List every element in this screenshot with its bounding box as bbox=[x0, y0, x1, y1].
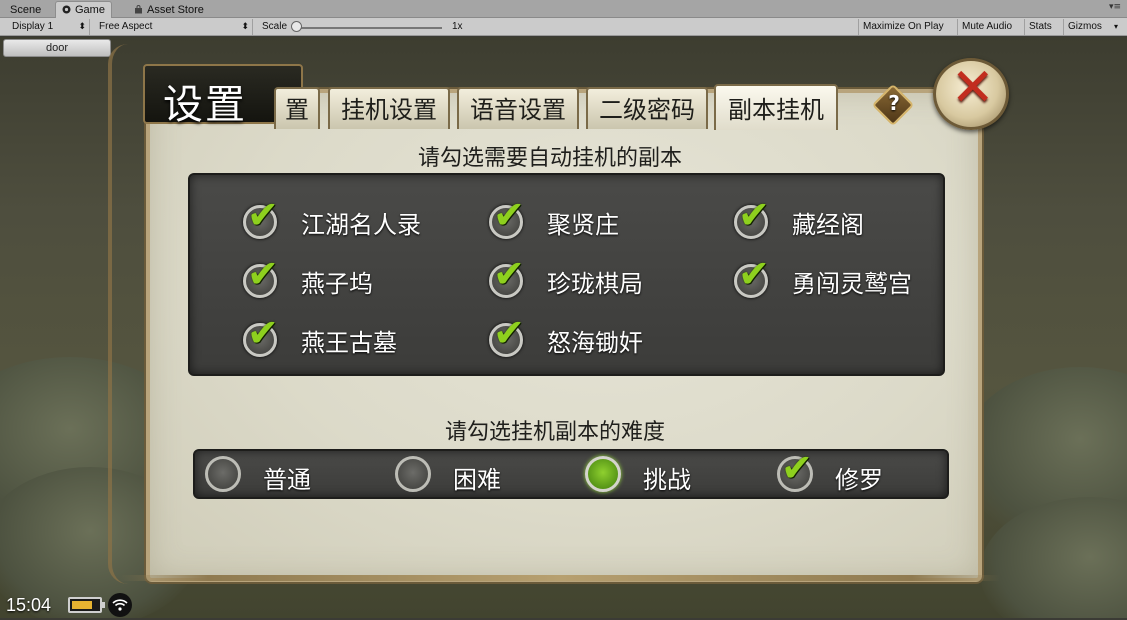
panel-menu-icon[interactable]: ▾≡ bbox=[1109, 2, 1121, 12]
help-question-mark: ? bbox=[888, 91, 900, 115]
scale-slider-handle[interactable] bbox=[291, 21, 302, 32]
dungeon-checkbox[interactable]: ✔ 珍珑棋局 bbox=[489, 252, 689, 300]
difficulty-heading: 请勾选挂机副本的难度 bbox=[444, 420, 665, 445]
difficulty-label: 修罗 bbox=[835, 466, 883, 494]
clock-time: 15:04 bbox=[6, 595, 52, 615]
tab-idle-settings[interactable]: 挂机设置 bbox=[328, 87, 450, 129]
checkmark-icon: ✔ bbox=[493, 252, 525, 296]
gizmos-label: Gizmos bbox=[1068, 21, 1102, 32]
dropdown-arrows-icon: ⬍ bbox=[241, 21, 249, 31]
checkmark-icon: ✔ bbox=[493, 311, 525, 355]
dungeon-label: 聚贤庄 bbox=[547, 211, 619, 239]
dungeon-label: 燕子坞 bbox=[301, 270, 373, 298]
dungeon-label: 怒海锄奸 bbox=[547, 329, 643, 357]
radio-circle bbox=[205, 456, 241, 492]
checkmark-icon: ✔ bbox=[247, 252, 279, 296]
display-dropdown-value: Display 1 bbox=[12, 21, 54, 32]
dungeon-label: 藏经阁 bbox=[792, 211, 864, 239]
mute-audio-button[interactable]: Mute Audio bbox=[957, 19, 1016, 35]
dungeon-heading: 请勾选需要自动挂机的副本 bbox=[417, 146, 682, 171]
difficulty-label: 挑战 bbox=[643, 466, 691, 494]
stats-button[interactable]: Stats bbox=[1024, 19, 1056, 35]
aspect-dropdown-value: Free Aspect bbox=[99, 21, 153, 32]
dungeon-checkbox[interactable]: ✔ 燕王古墓 bbox=[243, 311, 463, 359]
tab-general-settings[interactable]: 置 bbox=[274, 87, 320, 129]
tab-asset-store[interactable]: Asset Store bbox=[128, 2, 210, 18]
wifi-icon bbox=[108, 593, 132, 617]
difficulty-option-challenge[interactable]: 挑战 bbox=[585, 456, 725, 496]
door-button[interactable]: door bbox=[3, 39, 111, 57]
dungeon-label: 珍珑棋局 bbox=[547, 270, 643, 298]
tab-scene[interactable]: Scene bbox=[4, 2, 47, 18]
tab-game-label: Game bbox=[75, 4, 105, 16]
tab-dungeon-idle[interactable]: 副本挂机 bbox=[714, 84, 838, 130]
gizmos-dropdown[interactable]: Gizmos ▾ bbox=[1063, 19, 1121, 35]
panel-title: 设置 bbox=[163, 82, 247, 128]
dungeon-checkbox[interactable]: ✔ 聚贤庄 bbox=[489, 193, 689, 241]
tab-secondary-password[interactable]: 二级密码 bbox=[586, 87, 708, 129]
dungeon-checkbox[interactable]: ✔ 藏经阁 bbox=[734, 193, 934, 241]
dungeon-checkbox[interactable]: ✔ 江湖名人录 bbox=[243, 193, 463, 241]
close-icon: ✕ bbox=[951, 58, 995, 118]
checkmark-icon: ✔ bbox=[493, 193, 525, 237]
editor-tab-bar: Scene Game Asset Store ▾≡ bbox=[0, 0, 1127, 18]
scale-slider-track[interactable] bbox=[296, 27, 442, 29]
scale-value: 1x bbox=[452, 21, 463, 32]
difficulty-label: 困难 bbox=[453, 466, 501, 494]
display-dropdown[interactable]: Display 1 ⬍ bbox=[6, 19, 90, 35]
chevron-down-icon: ▾ bbox=[1113, 22, 1118, 31]
radio-circle bbox=[395, 456, 431, 492]
checkmark-icon: ✔ bbox=[247, 311, 279, 355]
dragon-frame-ornament bbox=[108, 44, 150, 584]
dropdown-arrows-icon: ⬍ bbox=[78, 21, 86, 31]
tab-voice-settings[interactable]: 语音设置 bbox=[457, 87, 579, 129]
difficulty-option-hard[interactable]: 困难 bbox=[395, 456, 535, 496]
checkmark-icon: ✔ bbox=[738, 193, 770, 237]
tab-asset-store-label: Asset Store bbox=[147, 4, 204, 16]
shopping-bag-icon bbox=[134, 3, 143, 14]
dungeon-checkbox[interactable]: ✔ 燕子坞 bbox=[243, 252, 463, 300]
difficulty-option-normal[interactable]: 普通 bbox=[205, 456, 345, 496]
checkmark-icon: ✔ bbox=[247, 193, 279, 237]
scale-label: Scale bbox=[262, 21, 288, 32]
game-view-toolbar: Display 1 ⬍ Free Aspect ⬍ Scale 1x Maxim… bbox=[0, 18, 1127, 36]
aspect-dropdown[interactable]: Free Aspect ⬍ bbox=[93, 19, 253, 35]
checkmark-icon: ✔ bbox=[781, 446, 813, 490]
dungeon-checkbox[interactable]: ✔ 勇闯灵鹫宫 bbox=[734, 252, 934, 300]
dungeon-checkbox[interactable]: ✔ 怒海锄奸 bbox=[489, 311, 689, 359]
game-controller-icon bbox=[62, 3, 71, 14]
battery-icon bbox=[68, 597, 105, 613]
difficulty-label: 普通 bbox=[263, 466, 311, 494]
radio-circle-selected bbox=[585, 456, 621, 492]
maximize-on-play-button[interactable]: Maximize On Play bbox=[858, 19, 948, 35]
dungeon-label: 燕王古墓 bbox=[301, 329, 397, 357]
dungeon-label: 勇闯灵鹫宫 bbox=[792, 270, 912, 298]
checkmark-icon: ✔ bbox=[738, 252, 770, 296]
frame-bottom-ornament bbox=[120, 575, 1000, 581]
tab-game[interactable]: Game bbox=[55, 1, 112, 18]
dungeon-label: 江湖名人录 bbox=[301, 211, 421, 239]
difficulty-option-shura[interactable]: ✔ 修罗 bbox=[777, 446, 917, 496]
